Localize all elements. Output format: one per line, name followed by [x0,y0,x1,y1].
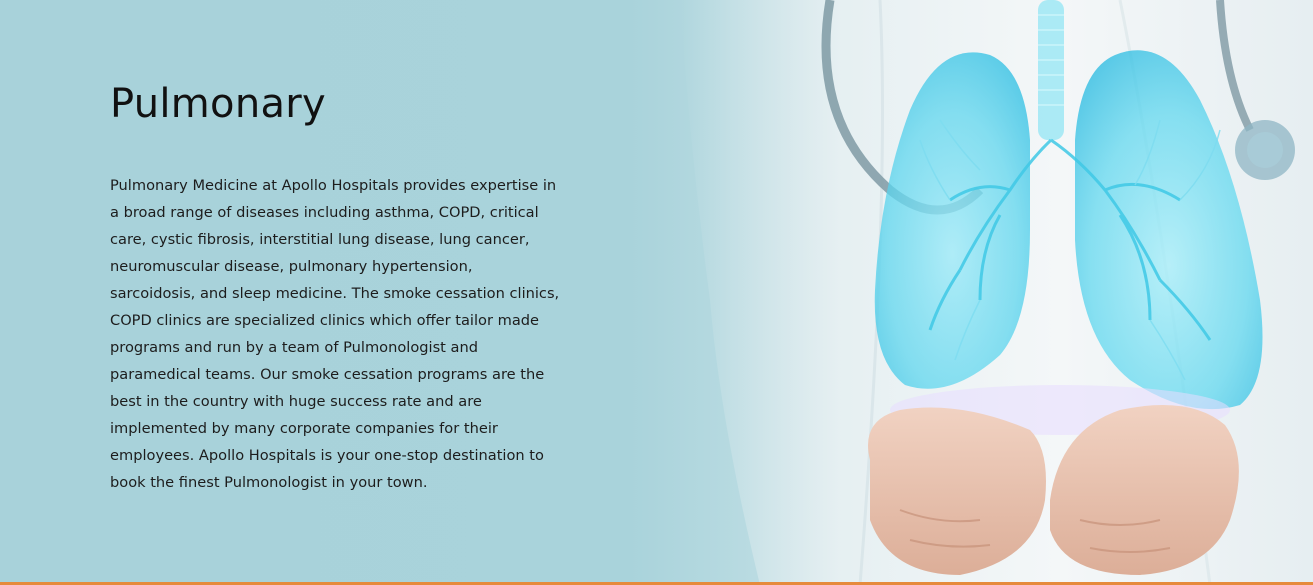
hero-description: Pulmonary Medicine at Apollo Hospitals p… [110,177,560,491]
hero-banner: Pulmonary Pulmonary Medicine at Apollo H… [0,0,1313,585]
hero-content: Pulmonary Pulmonary Medicine at Apollo H… [110,80,562,496]
lungs-illustration-icon [680,0,1313,585]
page-title: Pulmonary [110,81,327,127]
doctor-holding-lungs-image [560,0,1313,585]
